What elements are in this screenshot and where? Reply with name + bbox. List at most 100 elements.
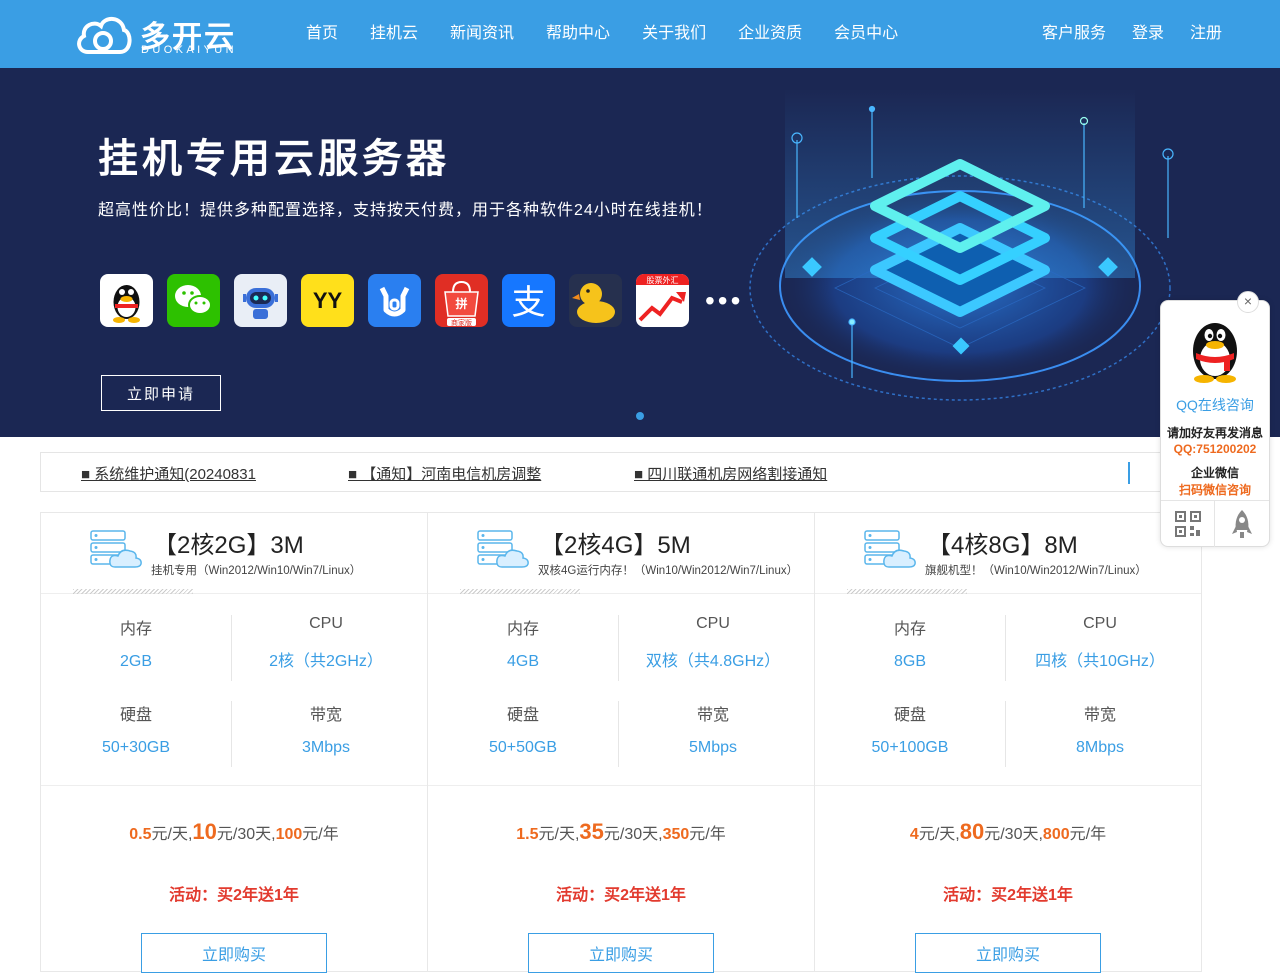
spec-value: 5Mbps — [688, 739, 738, 756]
price-unit: 元/年 — [302, 826, 339, 843]
customer-service-link[interactable]: 客户服务 — [1016, 0, 1106, 68]
banner-title: 挂机专用云服务器 — [98, 137, 450, 181]
duck-icon — [569, 274, 622, 327]
qq-icon — [100, 274, 153, 327]
qq-online-consult-link[interactable]: QQ在线咨询 — [1161, 395, 1269, 415]
price-month: 35 — [579, 819, 604, 844]
pinduoduo-icon: 拼 商家版 — [435, 274, 488, 327]
price-unit: 元/天, — [918, 826, 960, 843]
notice-divider — [1128, 462, 1130, 484]
back-to-top-button[interactable] — [1215, 501, 1269, 547]
rocket-icon — [1232, 510, 1252, 538]
spec-value: 双核（共4.8GHz） — [645, 653, 781, 670]
close-icon[interactable]: × — [1237, 291, 1259, 313]
server-cloud-icon — [90, 530, 142, 568]
spec-disk: 硬盘 50+50GB — [428, 701, 618, 757]
spec-memory: 内存 8GB — [815, 615, 1005, 671]
spec-bandwidth: 带宽 5Mbps — [618, 701, 808, 757]
buy-now-button[interactable]: 立即购买 — [141, 933, 327, 973]
product-price: 1.5元/天,35元/30天,350元/年 — [428, 819, 814, 845]
spec-value: 50+30GB — [101, 739, 171, 756]
spec-label: 带宽 — [1083, 707, 1116, 724]
app-icon-row: YY 拼 商家版 支 股票外汇 ••• — [100, 274, 743, 327]
promo-text: 活动：买2年送1年 — [943, 887, 1073, 904]
qr-code-button[interactable] — [1161, 501, 1215, 547]
svg-text:商家版: 商家版 — [451, 318, 472, 327]
svg-text:股票外汇: 股票外汇 — [647, 275, 679, 285]
spec-label: CPU — [309, 615, 343, 632]
product-list: 【2核2G】3M 挂机专用（Win2012/Win10/Win7/Linux） … — [40, 512, 1204, 973]
spec-label: 硬盘 — [506, 707, 539, 724]
spec-cpu: CPU 双核（共4.8GHz） — [618, 615, 808, 671]
site-logo[interactable]: 多开云 DUOKAIYUN — [74, 12, 264, 58]
svg-text:YY: YY — [313, 288, 343, 313]
product-desc: 旗舰机型！（Win10/Win2012/Win7/Linux） — [925, 565, 1147, 577]
notice-link[interactable]: ■ 四川联通机房网络割接通知 — [634, 463, 827, 484]
price-unit: 元/年 — [1069, 826, 1107, 843]
more-apps-icon: ••• — [705, 285, 744, 316]
spec-label: 硬盘 — [893, 707, 926, 724]
login-link[interactable]: 登录 — [1106, 0, 1164, 68]
nav-qualification[interactable]: 企业资质 — [722, 0, 818, 68]
spec-label: 内存 — [893, 621, 926, 638]
nav-home[interactable]: 首页 — [290, 0, 354, 68]
decorative-hatch — [847, 589, 967, 594]
price-day: 4 — [909, 826, 919, 843]
product-title: 【2核4G】5M — [540, 532, 691, 559]
notice-link[interactable]: ■ 系统维护通知(20240831 — [81, 463, 256, 484]
price-unit: 元/30天, — [603, 826, 663, 843]
user-nav: 客户服务 登录 注册 — [1016, 0, 1222, 68]
spec-label: 带宽 — [696, 707, 729, 724]
hero-banner: 挂机专用云服务器 超高性价比！提供多种配置选择，支持按天付费，用于各种软件24小… — [0, 68, 1280, 437]
qq-consult-panel: × QQ在线咨询 请加好友再发消息 QQ:751200202 企业微信 扫码微信… — [1160, 291, 1270, 547]
spec-value: 2核（共2GHz） — [269, 653, 383, 670]
nav-about[interactable]: 关于我们 — [626, 0, 722, 68]
promo-text: 活动：买2年送1年 — [169, 887, 299, 904]
nav-news[interactable]: 新闻资讯 — [434, 0, 530, 68]
card-divider — [428, 785, 814, 786]
spec-value: 3Mbps — [301, 739, 351, 756]
product-price: 4元/天,80元/30天,800元/年 — [815, 819, 1201, 845]
site-header: 多开云 DUOKAIYUN 首页 挂机云 新闻资讯 帮助中心 关于我们 企业资质… — [0, 0, 1280, 68]
nav-member[interactable]: 会员中心 — [818, 0, 914, 68]
spec-label: 硬盘 — [119, 707, 152, 724]
bull-icon — [368, 274, 421, 327]
qr-code-icon — [1174, 511, 1201, 537]
server-cloud-icon — [864, 530, 916, 568]
qq-penguin-icon[interactable] — [1180, 311, 1250, 387]
product-card: 【2核2G】3M 挂机专用（Win2012/Win10/Win7/Linux） … — [40, 512, 428, 973]
spec-disk: 硬盘 50+100GB — [815, 701, 1005, 757]
spec-value: 四核（共10GHz） — [1035, 653, 1165, 670]
product-price: 0.5元/天,10元/30天,100元/年 — [41, 819, 427, 845]
register-link[interactable]: 注册 — [1164, 0, 1222, 68]
notice-bar: ■ 系统维护通知(20240831 ■ 【通知】河南电信机房调整 ■ 四川联通机… — [40, 452, 1240, 492]
spec-value: 4GB — [506, 653, 539, 670]
spec-value: 2GB — [119, 653, 152, 670]
price-year: 800 — [1042, 826, 1070, 843]
buy-now-button[interactable]: 立即购买 — [915, 933, 1101, 973]
buy-now-button[interactable]: 立即购买 — [528, 933, 714, 973]
wechat-title: 企业微信 — [1190, 466, 1239, 480]
price-month: 80 — [959, 819, 985, 844]
qq-add-friend-text: 请加好友再发消息 — [1166, 426, 1263, 440]
spec-bandwidth: 带宽 3Mbps — [231, 701, 421, 757]
card-divider — [815, 785, 1201, 786]
price-unit: 元/天, — [151, 826, 193, 843]
nav-help[interactable]: 帮助中心 — [530, 0, 626, 68]
yy-icon: YY — [301, 274, 354, 327]
stock-icon: 股票外汇 — [636, 274, 689, 327]
nav-cloud[interactable]: 挂机云 — [354, 0, 434, 68]
price-unit: 元/30天, — [984, 826, 1043, 843]
spec-label: 内存 — [119, 621, 152, 638]
slider-indicator[interactable] — [636, 412, 644, 420]
qq-panel-toolbar — [1161, 500, 1269, 547]
apply-now-button[interactable]: 立即申请 — [101, 375, 221, 411]
product-card-header: 【2核4G】5M 双核4G运行内存！（Win10/Win2012/Win7/Li… — [428, 513, 814, 594]
spec-disk: 硬盘 50+30GB — [41, 701, 231, 757]
product-title: 【4核8G】8M — [927, 532, 1078, 559]
notice-link[interactable]: ■ 【通知】河南电信机房调整 — [348, 463, 541, 484]
spec-label: 内存 — [506, 621, 539, 638]
product-title: 【2核2G】3M — [153, 532, 304, 559]
product-card-header: 【4核8G】8M 旗舰机型！（Win10/Win2012/Win7/Linux） — [815, 513, 1201, 594]
alipay-icon: 支 — [502, 274, 555, 327]
